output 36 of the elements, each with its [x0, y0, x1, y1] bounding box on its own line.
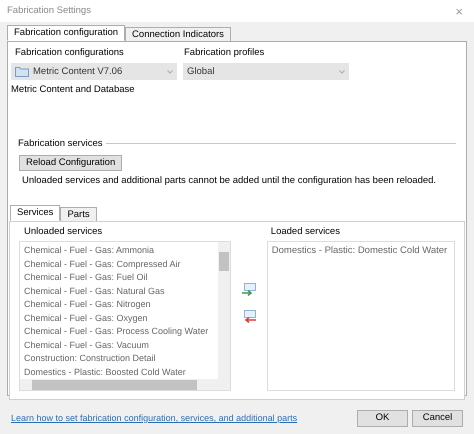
info-text: Unloaded services and additional parts cannot be added until the configuration has been reloaded. [21, 174, 438, 188]
chevron-down-icon [167, 70, 173, 74]
tab[interactable]: Fabrication configuration [7, 25, 126, 41]
field-label: Fabrication profiles [183, 46, 266, 60]
list-item[interactable]: Chemical - Fuel - Gas: Fuel Oil [24, 271, 218, 285]
list-item[interactable]: Chemical - Fuel - Gas: Nitrogen [24, 298, 218, 312]
chevron-down-icon [339, 70, 345, 74]
move-left-icon[interactable] [242, 310, 256, 324]
list-label: Loaded services [270, 225, 341, 239]
folder-icon [15, 66, 29, 78]
tab[interactable]: Connection Indicators [125, 27, 231, 41]
list-item[interactable]: Construction: Construction Detail [24, 352, 218, 366]
dropdown[interactable]: Metric Content V7.06 [11, 63, 177, 80]
horizontal-scrollbar[interactable] [20, 379, 230, 390]
list-item[interactable]: Domestics - Plastic: Boosted Cold Water [24, 366, 218, 380]
tab[interactable]: Services [10, 205, 60, 221]
list-item[interactable]: Domestics - Plastic: Domestic Cold Water [272, 244, 454, 258]
list-item[interactable]: Chemical - Fuel - Gas: Oxygen [24, 312, 218, 326]
cancel-button[interactable]: Cancel [412, 410, 463, 427]
list-label: Unloaded services [23, 225, 104, 239]
field-label: Fabrication configurations [14, 46, 125, 60]
list-item[interactable]: Chemical - Fuel - Gas: Ammonia [24, 244, 218, 258]
group-title: Fabrication services [18, 136, 102, 150]
help-link[interactable]: Learn how to set fabrication configuration, services, and additional parts [11, 412, 298, 426]
list-item[interactable]: Chemical - Fuel - Gas: Process Cooling Water [24, 325, 218, 339]
tab[interactable]: Parts [60, 207, 97, 221]
list-item[interactable]: Chemical - Fuel - Gas: Vacuum [24, 338, 218, 352]
ok-button[interactable]: OK [357, 410, 408, 427]
reload-button[interactable]: Reload Configuration [19, 154, 122, 171]
dropdown[interactable]: Global [183, 63, 349, 80]
list-item[interactable]: Chemical - Fuel - Gas: Compressed Air [24, 258, 218, 272]
list-item[interactable]: Chemical - Fuel - Gas: Natural Gas [24, 284, 218, 298]
move-right-icon[interactable] [242, 283, 256, 296]
vertical-scrollbar[interactable] [218, 242, 230, 380]
window-title: Fabrication Settings [7, 4, 91, 18]
description-text: Metric Content and Database [10, 83, 136, 98]
